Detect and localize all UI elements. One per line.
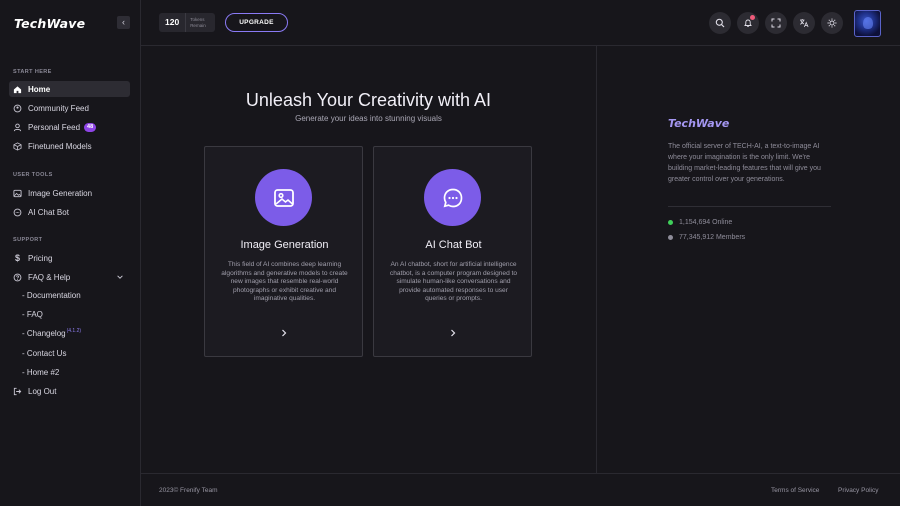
members-stat: 77,345,912 Members — [668, 234, 745, 241]
translate-icon — [799, 19, 809, 28]
upgrade-button[interactable]: UPGRADE — [225, 13, 288, 32]
subitem-label: - FAQ — [22, 310, 43, 319]
sidebar-item-label: Finetuned Models — [28, 141, 92, 151]
image-icon — [13, 189, 22, 198]
sidebar-subitem-home-2[interactable]: - Home #2 — [22, 368, 59, 377]
count-badge: 48 — [84, 122, 97, 132]
members-count: 77,345,912 Members — [679, 234, 746, 241]
collapse-sidebar-button[interactable]: ‹ — [117, 16, 130, 29]
footer: 2023© Frenify Team Terms of Service Priv… — [141, 473, 900, 506]
logout-icon — [13, 387, 22, 396]
divider — [668, 206, 831, 207]
language-button[interactable] — [793, 12, 815, 34]
tokens-label-line-1: Tokens — [190, 16, 205, 22]
sidebar-subitem-faq[interactable]: - FAQ — [22, 310, 43, 319]
sidebar-item-label: Home — [28, 84, 51, 94]
sidebar-subitem-documentation[interactable]: - Documentation — [22, 291, 81, 300]
section-label-support: SUPPORT — [13, 237, 43, 243]
cube-icon — [13, 141, 22, 151]
avatar[interactable] — [854, 10, 881, 37]
sidebar-item-label: Image Generation — [28, 188, 93, 198]
subitem-label: - Documentation — [22, 291, 81, 300]
brand-logo[interactable]: TechWave — [14, 16, 85, 31]
panel-brand-logo: TechWave — [668, 117, 730, 130]
chevron-down-icon[interactable] — [116, 273, 124, 281]
online-dot — [668, 220, 673, 225]
search-button[interactable] — [709, 12, 731, 34]
notifications-button[interactable] — [737, 12, 759, 34]
main-content: Unleash Your Creativity with AI Generate… — [141, 46, 596, 473]
tokens-counter: 120 Tokens Remain — [159, 13, 215, 32]
user-icon — [13, 123, 22, 132]
sidebar-item-personal-feed[interactable]: Personal Feed 48 — [9, 119, 130, 135]
sidebar-item-label: Community Feed — [28, 103, 89, 113]
chat-icon — [13, 208, 22, 217]
sidebar-item-label: Personal Feed — [28, 122, 81, 132]
sidebar-item-label: Log Out — [28, 386, 57, 396]
panel-description: The official server of TECH-AI, a text-t… — [668, 143, 821, 183]
home-icon — [13, 85, 22, 94]
sidebar-item-home[interactable]: Home — [9, 81, 130, 97]
right-panel: TechWave The official server of TECH-AI,… — [596, 46, 900, 473]
sun-icon — [827, 18, 837, 28]
sidebar-subitem-contact-us[interactable]: - Contact Us — [22, 349, 66, 358]
page-subtitle: Generate your ideas into stunning visual… — [295, 114, 442, 123]
sidebar-item-pricing[interactable]: $ Pricing — [9, 250, 130, 266]
sidebar-item-label: Pricing — [28, 253, 53, 263]
dollar-icon: $ — [14, 253, 20, 263]
sidebar-item-finetuned-models[interactable]: Finetuned Models — [9, 138, 130, 154]
chevron-right-icon[interactable] — [448, 325, 458, 337]
search-icon — [715, 18, 725, 28]
section-label-user-tools: USER TOOLS — [13, 172, 53, 178]
chevron-right-icon[interactable] — [279, 325, 289, 337]
chevron-left-icon: ‹ — [122, 17, 125, 27]
notification-dot — [750, 15, 755, 20]
card-title: AI Chat Bot — [425, 239, 482, 251]
theme-toggle-button[interactable] — [821, 12, 843, 34]
page-title: Unleash Your Creativity with AI — [245, 90, 492, 110]
sidebar-item-faq-help[interactable]: FAQ & Help — [9, 269, 130, 285]
sidebar-item-log-out[interactable]: Log Out — [9, 383, 130, 399]
sidebar-item-label: AI Chat Bot — [28, 207, 69, 217]
tokens-label: Tokens Remain — [186, 17, 206, 29]
sidebar-item-image-generation[interactable]: Image Generation — [9, 185, 130, 201]
section-label-start-here: START HERE — [13, 69, 52, 75]
sidebar-item-community-feed[interactable]: Community Feed — [9, 100, 130, 116]
tokens-count: 120 — [159, 13, 187, 32]
help-icon — [13, 273, 22, 282]
sidebar-subitem-changelog[interactable]: - Changelog (4.1.2) — [22, 327, 82, 339]
chat-icon — [424, 169, 481, 226]
subitem-label: - Contact Us — [22, 349, 67, 358]
tokens-label-line-2: Remain — [190, 22, 206, 28]
card-description: This field of AI combines deep learning … — [221, 261, 348, 303]
card-description: An AI chatbot, short for artificial inte… — [389, 261, 518, 303]
online-stat: 1,154,694 Online — [668, 219, 732, 226]
card-title: Image Generation — [240, 239, 329, 251]
terms-link[interactable]: Terms of Service — [771, 487, 819, 494]
privacy-link[interactable]: Privacy Policy — [838, 487, 878, 494]
image-icon — [255, 169, 312, 226]
card-image-generation[interactable]: Image Generation This field of AI combin… — [204, 146, 363, 357]
sidebar-item-label: FAQ & Help — [28, 272, 71, 282]
version-label: (4.1.2) — [66, 327, 82, 334]
subitem-label: - Home #2 — [22, 368, 60, 377]
card-ai-chat-bot[interactable]: AI Chat Bot An AI chatbot, short for art… — [373, 146, 532, 357]
community-icon — [13, 104, 22, 113]
fullscreen-button[interactable] — [765, 12, 787, 34]
online-count: 1,154,694 Online — [679, 219, 733, 226]
sidebar: TechWave ‹ START HERE Home Community Fee… — [0, 0, 141, 506]
sidebar-item-ai-chat-bot[interactable]: AI Chat Bot — [9, 204, 130, 220]
members-dot — [668, 235, 673, 240]
fullscreen-icon — [771, 18, 781, 28]
top-header: 120 Tokens Remain UPGRADE — [141, 0, 900, 46]
copyright-text: 2023© Frenify Team — [159, 487, 218, 494]
subitem-label: - Changelog — [22, 329, 66, 338]
